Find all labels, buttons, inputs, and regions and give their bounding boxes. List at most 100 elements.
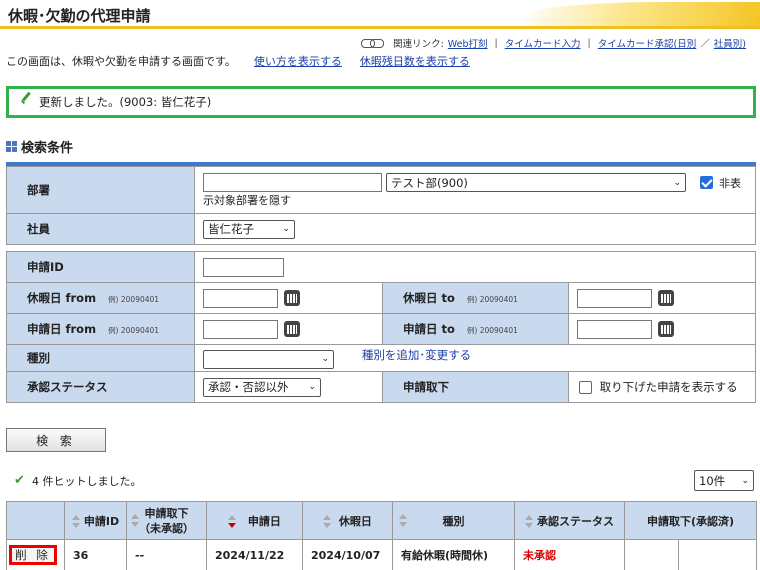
leave-to-label: 休暇日 to xyxy=(403,291,455,305)
related-link-timecard-input[interactable]: タイムカード入力 xyxy=(505,36,581,50)
related-slash: ／ xyxy=(700,39,710,50)
title-swoosh-decoration xyxy=(520,2,760,28)
calendar-icon[interactable] xyxy=(284,290,300,306)
title-underline xyxy=(0,26,760,29)
check-icon xyxy=(14,473,26,488)
leave-from-label-cell: 休暇日 from 例) 20090401 xyxy=(6,282,195,314)
dept-cell: テスト部(900) ⌄ 非表 示対象部署を隠す xyxy=(194,166,756,214)
col-request-id-label: 申請ID xyxy=(83,514,120,528)
col-apply-date[interactable]: 申請日 xyxy=(206,501,303,540)
apply-from-label-cell: 申請日 from 例) 20090401 xyxy=(6,313,195,345)
request-id-label: 申請ID xyxy=(6,251,195,283)
employee-cell: 皆仁花子 ⌄ xyxy=(194,213,756,245)
success-message-text: 更新しました。(9003: 皆仁花子) xyxy=(39,95,212,109)
col-status-label: 承認ステータス xyxy=(537,514,614,528)
results-table: 申請ID 申請取下 （未承認） 申請日 休暇日 種別 承認ステータス 申請取下(承… xyxy=(6,501,757,570)
search-form-dept-employee: 部署 テスト部(900) ⌄ 非表 示対象部署を隠す 社員 皆仁花子 ⌄ xyxy=(6,166,756,245)
apply-to-label-cell: 申請日 to 例) 20090401 xyxy=(382,313,569,345)
calendar-icon[interactable] xyxy=(658,321,674,337)
col-type-label: 種別 xyxy=(442,514,465,528)
apply-to-example: 例) 20090401 xyxy=(466,326,518,335)
sort-icon xyxy=(323,514,332,529)
col-withdraw-pending[interactable]: 申請取下 （未承認） xyxy=(126,501,207,540)
delete-button[interactable]: 削 除 xyxy=(9,545,57,565)
status-select-value: 承認・否認以外 xyxy=(208,380,289,394)
sort-desc-icon xyxy=(228,514,237,529)
show-remaining-leave-link[interactable]: 休暇残日数を表示する xyxy=(360,53,470,69)
related-separator: | xyxy=(587,37,591,49)
per-page-select[interactable]: 10件 ⌄ xyxy=(694,470,754,491)
related-links: 関連リンク: Web打刻 | タイムカード入力 | タイムカード承認(日別 ／ … xyxy=(361,36,746,50)
sort-icon xyxy=(71,514,80,529)
col-status[interactable]: 承認ステータス xyxy=(514,501,625,540)
intro: この画面は、休暇や欠勤を申請する画面です。 使い方を表示する 休暇残日数を表示す… xyxy=(6,53,470,69)
show-usage-link[interactable]: 使い方を表示する xyxy=(254,53,342,69)
sort-icon xyxy=(525,514,533,529)
chevron-down-icon: ⌄ xyxy=(308,382,316,392)
sort-icon xyxy=(131,514,139,528)
col-type[interactable]: 種別 xyxy=(392,501,515,540)
leave-from-input[interactable] xyxy=(203,288,278,308)
related-link-timecard-approval-employee[interactable]: 社員別) xyxy=(714,36,746,50)
row-type: 有給休暇(時間休) xyxy=(392,539,515,570)
search-form-details: 申請ID 休暇日 from 例) 20090401 休暇日 to 例) 200904… xyxy=(6,251,756,403)
leave-from-label: 休暇日 from xyxy=(27,291,97,305)
intro-text: この画面は、休暇や欠勤を申請する画面です。 xyxy=(6,55,236,68)
type-select[interactable]: ⌄ xyxy=(203,349,334,369)
employee-select[interactable]: 皆仁花子 ⌄ xyxy=(203,219,295,239)
apply-from-example: 例) 20090401 xyxy=(108,326,160,335)
row-request-id: 36 xyxy=(64,539,127,570)
col-request-id[interactable]: 申請ID xyxy=(64,501,127,540)
leave-from-cell xyxy=(194,282,383,314)
row-status: 未承認 xyxy=(514,539,625,570)
search-button[interactable]: 検 索 xyxy=(6,428,106,452)
hide-non-target-label-line1: 非表 xyxy=(719,176,741,190)
col-withdraw-approved-label: 申請取下(承認済) xyxy=(646,514,735,528)
request-id-cell xyxy=(194,251,756,283)
per-page-value: 10件 xyxy=(699,473,726,488)
withdraw-cell: 取り下げた申請を表示する xyxy=(568,371,756,403)
row-withdraw-approved-divider xyxy=(625,540,679,570)
chevron-down-icon: ⌄ xyxy=(741,475,749,486)
status-label: 承認ステータス xyxy=(6,371,195,403)
col-withdraw-pending-line2: （未承認） xyxy=(139,521,194,535)
chevron-down-icon: ⌄ xyxy=(282,224,290,234)
row-withdraw-approved xyxy=(624,539,757,570)
related-link-web-punch[interactable]: Web打刻 xyxy=(448,36,488,50)
dept-select[interactable]: テスト部(900) ⌄ xyxy=(386,173,686,192)
hide-non-target-label-line2: 示対象部署を隠す xyxy=(203,194,291,207)
sort-icon xyxy=(399,514,407,528)
col-withdraw-pending-line1: 申請取下 xyxy=(144,506,189,520)
show-withdrawn-checkbox[interactable] xyxy=(579,381,592,394)
related-separator: | xyxy=(494,37,498,49)
apply-from-input[interactable] xyxy=(203,319,278,339)
calendar-icon[interactable] xyxy=(284,321,300,337)
apply-to-input[interactable] xyxy=(577,319,652,339)
col-leave-date[interactable]: 休暇日 xyxy=(302,501,393,540)
col-apply-date-label: 申請日 xyxy=(247,514,281,528)
success-message: 更新しました。(9003: 皆仁花子) xyxy=(6,86,756,118)
related-link-timecard-approval-daily[interactable]: タイムカード承認(日別 xyxy=(598,36,697,50)
apply-from-label: 申請日 from xyxy=(27,322,97,336)
section-heading: 検索条件 xyxy=(6,137,73,156)
page-title: 休暇･欠勤の代理申請 xyxy=(8,7,151,25)
dept-text-input[interactable] xyxy=(203,173,382,192)
status-select[interactable]: 承認・否認以外 ⌄ xyxy=(203,377,321,397)
col-leave-date-label: 休暇日 xyxy=(338,514,372,528)
leave-to-input[interactable] xyxy=(577,288,652,308)
calendar-icon[interactable] xyxy=(658,290,674,306)
apply-to-cell xyxy=(568,313,756,345)
related-links-label: 関連リンク: xyxy=(393,39,444,50)
row-withdraw-pending: -- xyxy=(126,539,207,570)
employee-label: 社員 xyxy=(6,213,195,245)
status-cell: 承認・否認以外 ⌄ xyxy=(194,371,383,403)
dept-label: 部署 xyxy=(6,166,195,214)
table-row: 削 除 36 -- 2024/11/22 2024/10/07 有給休暇(時間休… xyxy=(6,539,757,570)
leave-to-label-cell: 休暇日 to 例) 20090401 xyxy=(382,282,569,314)
show-withdrawn-label: 取り下げた申請を表示する xyxy=(599,380,738,394)
edit-type-link[interactable]: 種別を追加･変更する xyxy=(362,348,471,362)
request-id-input[interactable] xyxy=(203,257,284,277)
apply-from-cell xyxy=(194,313,383,345)
grid-squares-icon xyxy=(6,141,17,152)
hide-non-target-checkbox[interactable] xyxy=(700,176,713,189)
